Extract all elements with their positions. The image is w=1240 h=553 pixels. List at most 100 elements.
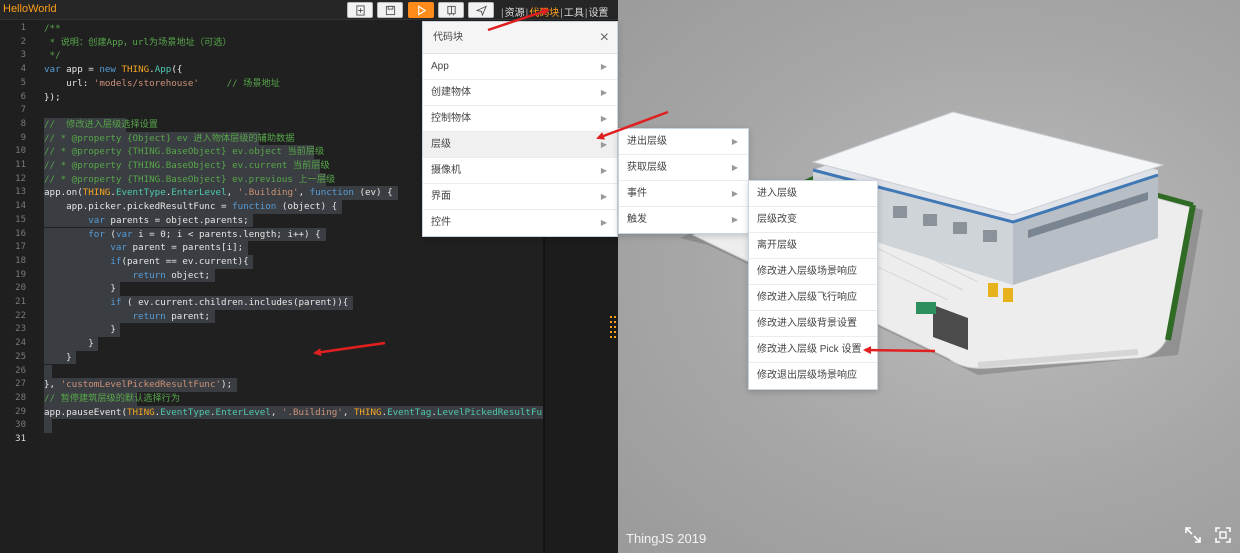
level-event-submenu-item[interactable]: 修改退出层级场景响应	[749, 363, 877, 389]
code-token: var	[110, 242, 127, 254]
level-event-submenu-item[interactable]: 修改进入层级飞行响应	[749, 285, 877, 311]
code-line[interactable]: // * @property {THING.BaseObject} ev.pre…	[44, 173, 335, 187]
share-button[interactable]	[438, 2, 464, 18]
code-line[interactable]: if ( ev.current.children.includes(parent…	[44, 296, 348, 310]
editor-toolbar: HelloWorld |资源|代码块|工具|设置	[0, 0, 618, 20]
code-token: ,	[342, 406, 354, 418]
code-block-menu-item-label: 界面	[431, 191, 451, 202]
code-line[interactable]: */	[44, 49, 61, 63]
run-button[interactable]	[408, 2, 434, 18]
level-event-submenu-item[interactable]: 进入层级	[749, 181, 877, 207]
code-token: );	[221, 379, 233, 391]
code-line[interactable]: }	[44, 351, 72, 365]
code-line[interactable]: });	[44, 91, 61, 105]
code-token: ( ev.current.children.includes(parent)){	[121, 297, 349, 308]
code-token: parents = object.parents;	[104, 214, 249, 226]
code-line[interactable]: // 修改进入层级选择设置	[44, 118, 158, 132]
code-line[interactable]: var parent = parents[i];	[44, 241, 243, 255]
level-event-submenu-item-label: 离开层级	[757, 240, 797, 251]
code-block-menu-item[interactable]: App ▶	[423, 54, 617, 80]
code-line[interactable]: app.picker.pickedResultFunc = function (…	[44, 200, 337, 214]
selection-highlight	[44, 419, 52, 433]
code-line[interactable]: }	[44, 323, 116, 337]
new-file-button[interactable]	[347, 2, 373, 18]
fit-view-icon[interactable]	[1214, 526, 1232, 544]
code-block-menu-item-label: 控件	[431, 217, 451, 228]
save-icon	[385, 5, 395, 15]
code-line[interactable]: for (var i = 0; i < parents.length; i++)…	[44, 228, 320, 242]
code-token: },	[44, 379, 61, 391]
publish-button[interactable]	[468, 2, 494, 18]
code-block-menu-item[interactable]: 摄像机 ▶	[423, 158, 617, 184]
chevron-right-icon: ▶	[600, 218, 607, 227]
app-title: HelloWorld	[3, 3, 57, 15]
code-line[interactable]: var parents = object.parents;	[44, 214, 249, 228]
code-line[interactable]: return parent;	[44, 310, 210, 324]
code-line[interactable]: return object;	[44, 269, 210, 283]
code-line[interactable]: app.on(THING.EventType.EnterLevel, '.Bui…	[44, 186, 393, 200]
close-icon[interactable]: ×	[600, 22, 609, 54]
code-block-menu-item[interactable]: 界面 ▶	[423, 184, 617, 210]
code-token: */	[44, 50, 61, 62]
code-token: App	[154, 64, 172, 76]
code-token: url:	[44, 77, 94, 89]
code-line[interactable]: // * @property {Object} ev 进入物体层级的辅助数据	[44, 132, 294, 146]
code-line[interactable]: // * @property {THING.BaseObject} ev.cur…	[44, 159, 330, 173]
code-line[interactable]: var app = new THING.App({	[44, 63, 182, 77]
code-block-menu-item[interactable]: 控制物体 ▶	[423, 106, 617, 132]
save-button[interactable]	[377, 2, 403, 18]
new-file-icon	[355, 4, 365, 16]
level-event-submenu-item-label: 进入层级	[757, 188, 797, 199]
level-submenu-item[interactable]: 事件 ▶	[619, 181, 748, 207]
code-token: return	[132, 269, 166, 281]
level-submenu-item-label: 事件	[627, 188, 647, 199]
level-submenu-item-label: 获取层级	[627, 162, 667, 173]
code-token: }	[44, 338, 94, 350]
code-token: // * @property {THING.BaseObject} ev.pre…	[44, 173, 336, 185]
level-event-submenu-item[interactable]: 修改进入层级场景响应	[749, 259, 877, 285]
resize-handle[interactable]	[610, 316, 616, 340]
code-token: var	[115, 228, 133, 240]
code-line[interactable]: // * @property {THING.BaseObject} ev.obj…	[44, 145, 324, 159]
code-line[interactable]: url: 'models/storehouse' // 场景地址	[44, 77, 280, 91]
line-number: 20	[15, 283, 26, 294]
code-line[interactable]: // 暂停建筑层级的默认选择行为	[44, 392, 180, 406]
code-token: EventType	[115, 187, 166, 199]
nav-link-settings[interactable]: 设置	[588, 8, 608, 19]
level-submenu-item[interactable]: 获取层级 ▶	[619, 155, 748, 181]
nav-link-tools[interactable]: 工具	[564, 8, 584, 19]
code-line[interactable]: if(parent == ev.current){	[44, 255, 249, 269]
code-block-menu-item[interactable]: 控件 ▶	[423, 210, 617, 236]
nav-link-code-blocks[interactable]: 代码块	[529, 8, 559, 19]
level-submenu-item[interactable]: 触发 ▶	[619, 207, 748, 233]
nav-link-resources[interactable]: 资源	[505, 8, 525, 19]
level-event-submenu-item[interactable]: 修改进入层级背景设置	[749, 311, 877, 337]
code-line[interactable]: }	[44, 282, 116, 296]
scene-viewport[interactable]: ThingJS 2019	[618, 0, 1240, 553]
top-nav-links: |资源|代码块|工具|设置	[501, 8, 609, 19]
code-token: var	[44, 64, 61, 76]
fullscreen-icon[interactable]	[1184, 526, 1202, 544]
chevron-right-icon: ▶	[600, 166, 607, 175]
code-block-menu-item-label: 控制物体	[431, 113, 471, 124]
code-line[interactable]: }, 'customLevelPickedResultFunc');	[44, 378, 232, 392]
code-token: parent;	[165, 310, 210, 322]
level-event-submenu-item[interactable]: 离开层级	[749, 233, 877, 259]
code-block-menu-item[interactable]: 层级 ▶	[423, 132, 617, 158]
level-event-submenu-item[interactable]: 修改进入层级 Pick 设置	[749, 337, 877, 363]
code-block-menu-item[interactable]: 创建物体 ▶	[423, 80, 617, 106]
line-number: 13	[15, 187, 26, 198]
code-token: (parent == ev.current){	[121, 255, 249, 267]
level-submenu-item[interactable]: 进出层级 ▶	[619, 129, 748, 155]
code-token: function	[309, 187, 354, 199]
code-line[interactable]: }	[44, 337, 94, 351]
code-line[interactable]: app.pauseEvent(THING.EventType.EnterLeve…	[44, 406, 542, 420]
level-event-submenu-item[interactable]: 层级改变	[749, 207, 877, 233]
code-line[interactable]: /**	[44, 22, 61, 36]
line-number: 8	[20, 118, 26, 129]
chevron-right-icon: ▶	[600, 192, 607, 201]
code-line[interactable]: * 说明：创建App，url为场景地址（可选）	[44, 36, 232, 50]
level-submenu-item-label: 进出层级	[627, 136, 667, 147]
